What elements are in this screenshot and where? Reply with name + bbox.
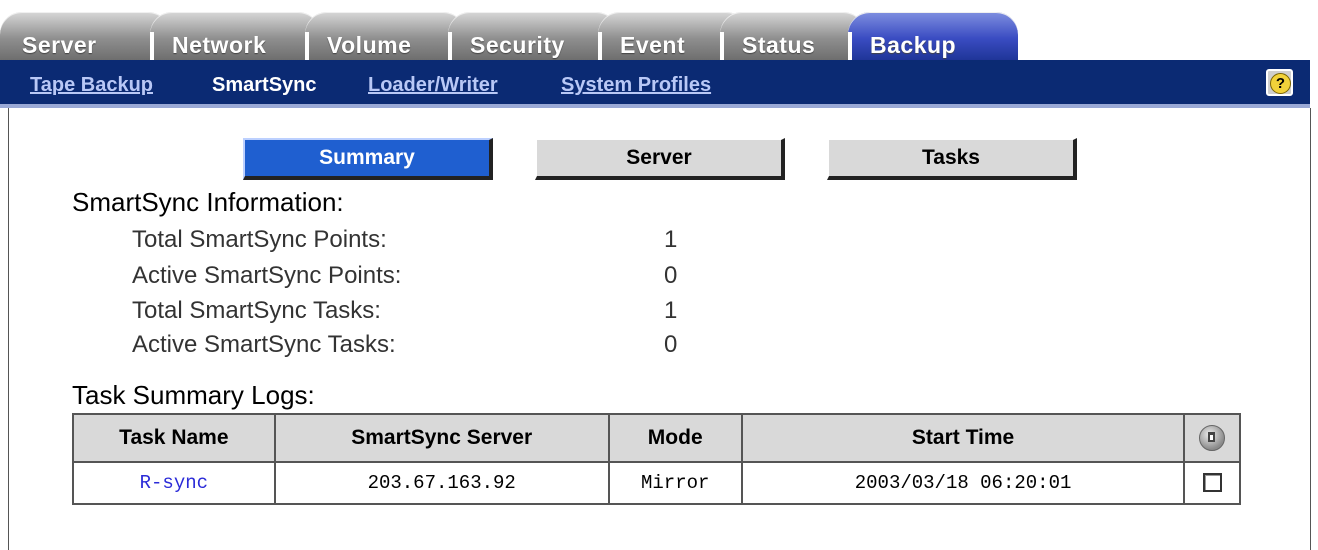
tab-security-label: Security (470, 32, 565, 58)
task-summary-logs-table: Task Name SmartSync Server Mode Start Ti… (72, 413, 1241, 505)
task-name-link[interactable]: R-sync (140, 472, 208, 494)
tab-separator (598, 32, 602, 60)
tab-server[interactable]: Server (0, 12, 170, 60)
cell-mode: Mirror (607, 461, 743, 505)
tab-separator (448, 32, 452, 60)
subnav-smartsync[interactable]: SmartSync (212, 74, 317, 97)
tab-network[interactable]: Network (150, 12, 320, 60)
tab-separator (305, 32, 309, 60)
tab-separator (150, 32, 154, 60)
column-header-smartsync-server: SmartSync Server (273, 413, 610, 463)
cell-task-name: R-sync (72, 461, 276, 505)
tab-server-label: Server (22, 32, 97, 58)
subtab-summary[interactable]: Summary (243, 138, 493, 180)
table-row: R-sync 203.67.163.92 Mirror 2003/03/18 0… (72, 461, 1241, 505)
table-header-row: Task Name SmartSync Server Mode Start Ti… (72, 413, 1241, 463)
tab-status[interactable]: Status (720, 12, 865, 60)
tab-separator (720, 32, 724, 60)
info-value-active-points: 0 (664, 262, 678, 289)
subnav-tape-backup[interactable]: Tape Backup (30, 74, 153, 97)
sub-navigation-bar: Tape Backup SmartSync Loader/Writer Syst… (0, 60, 1310, 108)
info-value-total-points: 1 (664, 226, 678, 253)
trash-icon[interactable] (1199, 425, 1226, 451)
tab-volume-label: Volume (327, 32, 412, 58)
help-icon: ? (1270, 73, 1291, 94)
info-label-total-tasks: Total SmartSync Tasks: (132, 297, 381, 324)
column-header-mode: Mode (607, 413, 743, 463)
subnav-loader-writer[interactable]: Loader/Writer (368, 74, 498, 97)
info-label-active-tasks: Active SmartSync Tasks: (132, 331, 396, 358)
task-summary-logs-title: Task Summary Logs: (72, 380, 315, 410)
column-header-delete (1183, 413, 1241, 463)
cell-smartsync-server: 203.67.163.92 (273, 461, 610, 505)
info-label-total-points: Total SmartSync Points: (132, 226, 387, 253)
info-label-active-points: Active SmartSync Points: (132, 262, 402, 289)
column-header-task-name: Task Name (72, 413, 276, 463)
tab-network-label: Network (172, 32, 267, 58)
info-value-total-tasks: 1 (664, 297, 678, 324)
smartsync-information-title: SmartSync Information: (72, 187, 344, 217)
help-button[interactable]: ? (1266, 69, 1293, 96)
column-header-start-time: Start Time (740, 413, 1186, 463)
row-select-checkbox[interactable] (1202, 473, 1222, 493)
subtab-server[interactable]: Server (535, 138, 785, 180)
tab-separator (848, 32, 852, 60)
tab-backup[interactable]: Backup (848, 12, 1018, 60)
cell-start-time: 2003/03/18 06:20:01 (740, 461, 1186, 505)
tab-status-label: Status (742, 32, 816, 58)
subnav-system-profiles[interactable]: System Profiles (561, 74, 711, 97)
tab-event-label: Event (620, 32, 686, 58)
tab-backup-label: Backup (870, 32, 957, 58)
main-tab-strip: Server Network Volume Security Event Sta… (0, 0, 1318, 60)
cell-select (1183, 461, 1241, 505)
subtab-tasks[interactable]: Tasks (827, 138, 1077, 180)
info-value-active-tasks: 0 (664, 331, 678, 358)
tab-volume[interactable]: Volume (305, 12, 465, 60)
tab-security[interactable]: Security (448, 12, 618, 60)
